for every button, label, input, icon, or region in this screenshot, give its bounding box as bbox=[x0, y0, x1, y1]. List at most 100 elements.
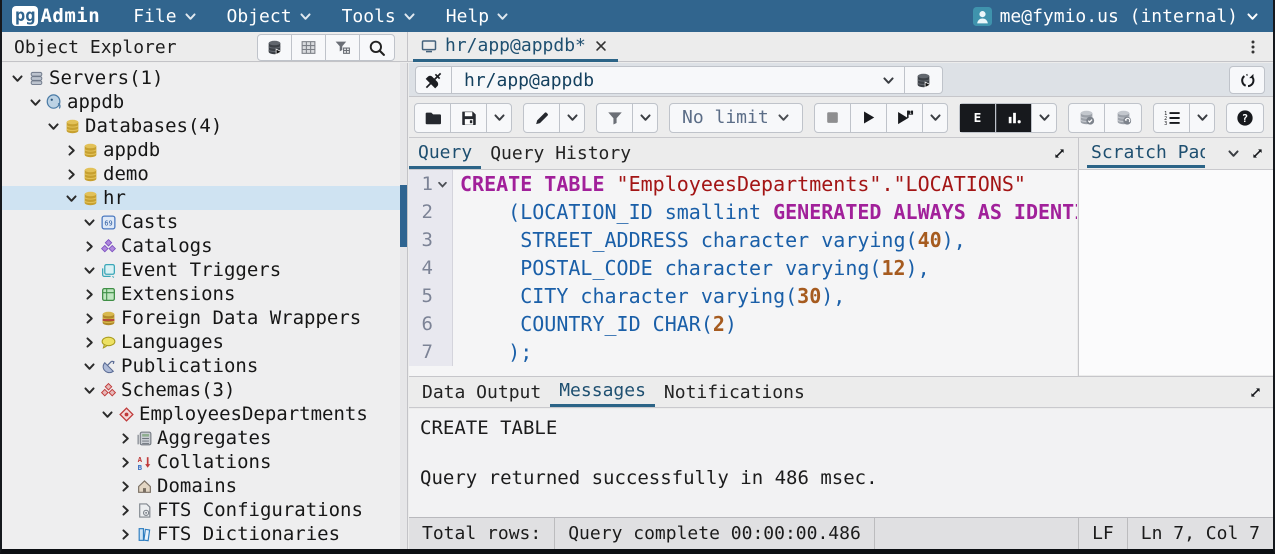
tab-data-output[interactable]: Data Output bbox=[413, 377, 550, 407]
help-button[interactable]: ? bbox=[1227, 104, 1263, 132]
chevron-down-button[interactable] bbox=[1032, 104, 1056, 132]
tree-item-aggregates[interactable]: Aggregates bbox=[2, 426, 400, 450]
connection-select[interactable]: hr/app@appdb bbox=[415, 66, 943, 94]
query-tool-tab[interactable]: hr/app@appdb* bbox=[413, 32, 618, 62]
chevron-right-icon[interactable] bbox=[80, 288, 98, 301]
tree-item-hr[interactable]: hr bbox=[2, 186, 400, 210]
tab-query-history[interactable]: Query History bbox=[481, 138, 640, 169]
tree-item-publications[interactable]: Publications bbox=[2, 354, 400, 378]
chevron-down-icon bbox=[299, 10, 312, 23]
chevron-down-button[interactable] bbox=[633, 104, 657, 132]
folder-button[interactable] bbox=[415, 104, 451, 132]
tree-item-catalogs[interactable]: Catalogs bbox=[2, 234, 400, 258]
chevron-down-button[interactable] bbox=[923, 104, 947, 132]
chevron-down-icon[interactable] bbox=[80, 360, 98, 373]
tree-item-fts-dictionaries[interactable]: FTS Dictionaries bbox=[2, 522, 400, 546]
chevron-down-icon[interactable] bbox=[62, 192, 80, 205]
expand-panel-icon[interactable] bbox=[1250, 146, 1265, 161]
gutter: 4 bbox=[409, 254, 453, 282]
menu-tools[interactable]: Tools bbox=[327, 0, 431, 32]
macro-list-button[interactable]: 123 bbox=[1154, 104, 1190, 132]
filter-table-button[interactable] bbox=[326, 35, 360, 60]
scratch-pad-editor[interactable] bbox=[1079, 170, 1273, 375]
chevron-down-icon[interactable] bbox=[98, 408, 116, 421]
tree-item-employeesdepartments[interactable]: EmployeesDepartments bbox=[2, 402, 400, 426]
account-menu[interactable]: me@fymio.us (internal) bbox=[973, 6, 1273, 27]
tree-item-event-triggers[interactable]: Event Triggers bbox=[2, 258, 400, 282]
rollback-button[interactable] bbox=[1105, 104, 1141, 132]
chevron-down-icon[interactable] bbox=[26, 96, 44, 109]
close-icon[interactable] bbox=[594, 39, 608, 53]
chevron-down-button[interactable] bbox=[560, 104, 584, 132]
chevron-right-icon[interactable] bbox=[62, 168, 80, 181]
chevron-down-icon[interactable] bbox=[44, 120, 62, 133]
tree-item-databases-4-[interactable]: Databases(4) bbox=[2, 114, 400, 138]
tree-item-appdb[interactable]: appdb bbox=[2, 90, 400, 114]
explain-icon: E bbox=[969, 109, 986, 126]
tab-messages[interactable]: Messages bbox=[550, 377, 655, 407]
connection-status-button[interactable] bbox=[416, 67, 452, 93]
explain-analyze-button[interactable] bbox=[996, 104, 1032, 132]
connection-dropdown-caret[interactable] bbox=[872, 67, 904, 93]
chevron-right-icon[interactable] bbox=[116, 480, 134, 493]
total-rows-label: Total rows: bbox=[409, 518, 554, 549]
scratch-pad-title[interactable]: Scratch Pad bbox=[1087, 139, 1205, 168]
explain-button[interactable]: E bbox=[960, 104, 996, 132]
tree-item-extensions[interactable]: Extensions bbox=[2, 282, 400, 306]
view-data-button[interactable] bbox=[258, 35, 292, 60]
reset-layout-button[interactable] bbox=[1229, 66, 1265, 94]
grid-icon bbox=[300, 39, 317, 56]
tab-query[interactable]: Query bbox=[409, 138, 481, 169]
expand-editor-button[interactable] bbox=[1052, 138, 1077, 169]
chevron-down-button[interactable] bbox=[487, 104, 511, 132]
chevron-down-icon[interactable] bbox=[80, 384, 98, 397]
expand-output-button[interactable] bbox=[1248, 377, 1273, 407]
menu-file[interactable]: File bbox=[118, 0, 211, 32]
chevron-right-icon[interactable] bbox=[62, 144, 80, 157]
chevron-right-icon[interactable] bbox=[80, 312, 98, 325]
chevron-down-icon[interactable] bbox=[8, 72, 26, 85]
grid-button[interactable] bbox=[292, 35, 326, 60]
chevron-right-icon[interactable] bbox=[80, 240, 98, 253]
tree-item-fts-configurations[interactable]: FTS Configurations bbox=[2, 498, 400, 522]
search-button[interactable] bbox=[360, 35, 394, 60]
chevron-right-icon[interactable] bbox=[116, 504, 134, 517]
new-connection-button[interactable] bbox=[904, 67, 942, 93]
eol-indicator[interactable]: LF bbox=[1079, 518, 1127, 549]
tree-item-servers-1-[interactable]: Servers(1) bbox=[2, 66, 400, 90]
chevron-down-icon[interactable] bbox=[1227, 147, 1240, 160]
tree-item-schemas-3-[interactable]: Schemas(3) bbox=[2, 378, 400, 402]
tree-item-foreign-data-wrappers[interactable]: Foreign Data Wrappers bbox=[2, 306, 400, 330]
fold-chevron-icon[interactable] bbox=[433, 179, 451, 190]
toolbar-group-5: E bbox=[959, 103, 1057, 133]
tree-item-demo[interactable]: demo bbox=[2, 162, 400, 186]
chevron-right-icon[interactable] bbox=[116, 528, 134, 541]
tree-item-casts[interactable]: 69Casts bbox=[2, 210, 400, 234]
play-flag-button[interactable]: 1 bbox=[887, 104, 923, 132]
tab-notifications[interactable]: Notifications bbox=[655, 377, 814, 407]
save-button[interactable] bbox=[451, 104, 487, 132]
chevron-right-icon[interactable] bbox=[116, 456, 134, 469]
row-limit-select[interactable]: No limit bbox=[670, 104, 802, 132]
tree-scrollbar[interactable] bbox=[400, 63, 407, 549]
chevron-down-button[interactable] bbox=[1190, 104, 1214, 132]
plug-disconnected-icon bbox=[424, 71, 443, 90]
sql-editor[interactable]: 1CREATE TABLE "EmployeesDepartments"."LO… bbox=[409, 170, 1077, 376]
chevron-down-icon[interactable] bbox=[80, 264, 98, 277]
play-button[interactable] bbox=[851, 104, 887, 132]
chevron-right-icon[interactable] bbox=[116, 432, 134, 445]
commit-button[interactable] bbox=[1069, 104, 1105, 132]
tree-item-domains[interactable]: Domains bbox=[2, 474, 400, 498]
chevron-down-icon[interactable] bbox=[80, 216, 98, 229]
menu-object[interactable]: Object bbox=[212, 0, 327, 32]
tree-scrollbar-thumb[interactable] bbox=[400, 185, 407, 247]
pencil-button[interactable] bbox=[524, 104, 560, 132]
tabstrip-menu-button[interactable] bbox=[1245, 32, 1273, 62]
tree-item-collations[interactable]: ABCollations bbox=[2, 450, 400, 474]
menu-help[interactable]: Help bbox=[431, 0, 524, 32]
tree-item-languages[interactable]: Languages bbox=[2, 330, 400, 354]
funnel-button[interactable] bbox=[597, 104, 633, 132]
stop-button[interactable] bbox=[815, 104, 851, 132]
chevron-right-icon[interactable] bbox=[80, 336, 98, 349]
tree-item-appdb[interactable]: appdb bbox=[2, 138, 400, 162]
